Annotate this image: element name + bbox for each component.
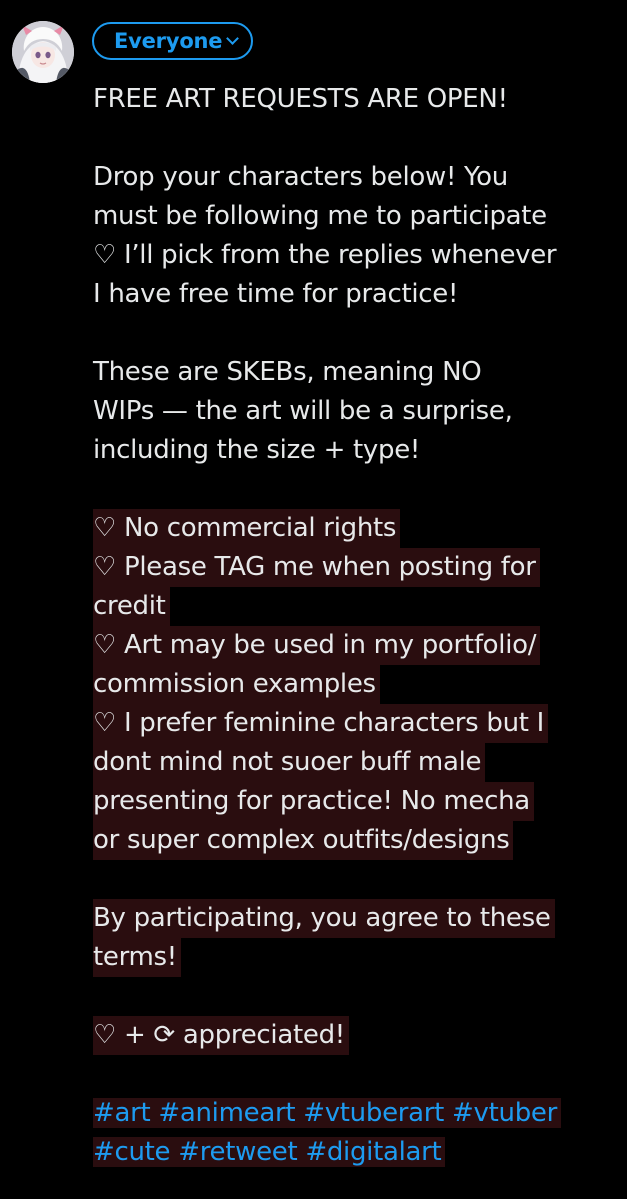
post-line: Drop your characters below! You	[93, 162, 508, 192]
post-line: including the size + type!	[93, 435, 421, 465]
post-line-highlighted: terms!	[93, 938, 618, 977]
hashtag-link[interactable]: #cute	[93, 1137, 171, 1167]
post-line-highlighted: ♡ Art may be used in my portfolio/	[93, 626, 618, 665]
hashtag-line: #cute #retweet #digitalart	[93, 1133, 618, 1172]
post-line-blank	[93, 314, 618, 353]
hashtag-link[interactable]: #retweet	[178, 1137, 297, 1167]
post-line-blank	[93, 119, 618, 158]
hashtag-link[interactable]: #digitalart	[305, 1137, 441, 1167]
audience-label: Everyone	[114, 29, 223, 53]
post-line-highlighted: presenting for practice! No mecha	[93, 782, 618, 821]
hashtag-link[interactable]: #animeart	[158, 1098, 295, 1128]
post-body[interactable]: FREE ART REQUESTS ARE OPEN! Drop your ch…	[93, 80, 618, 1172]
post-line-blank	[93, 977, 618, 1016]
post-line: WIPs — the art will be a surprise,	[93, 396, 513, 426]
avatar[interactable]	[12, 21, 74, 83]
post-line-highlighted: ♡ + ⟳ appreciated!	[93, 1016, 618, 1055]
post-line: ♡ I’ll pick from the replies whenever	[93, 240, 557, 270]
post-line-blank	[93, 860, 618, 899]
chevron-down-icon	[226, 32, 240, 45]
post-line: FREE ART REQUESTS ARE OPEN!	[93, 84, 508, 114]
post-line-highlighted: or super complex outfits/designs	[93, 821, 618, 860]
hashtag-link[interactable]: #art	[93, 1098, 151, 1128]
audience-selector-button[interactable]: Everyone	[92, 22, 254, 60]
hashtag-line: #art #animeart #vtuberart #vtuber	[93, 1094, 618, 1133]
post-line-highlighted: dont mind not suoer buff male	[93, 743, 618, 782]
post-line-blank	[93, 1055, 618, 1094]
post-line: must be following me to participate	[93, 201, 547, 231]
hashtag-link[interactable]: #vtuber	[452, 1098, 557, 1128]
post-line-highlighted: ♡ No commercial rights	[93, 509, 618, 548]
post-line: These are SKEBs, meaning NO	[93, 357, 482, 387]
avatar-image	[12, 21, 74, 83]
post-line-highlighted: By participating, you agree to these	[93, 899, 618, 938]
post-line-highlighted: ♡ I prefer feminine characters but I	[93, 704, 618, 743]
post-line-blank	[93, 470, 618, 509]
post-line-highlighted: credit	[93, 587, 618, 626]
post-line: I have free time for practice!	[93, 279, 459, 309]
post-line-highlighted: ♡ Please TAG me when posting for	[93, 548, 618, 587]
post-line-highlighted: commission examples	[93, 665, 618, 704]
hashtag-link[interactable]: #vtuberart	[303, 1098, 444, 1128]
